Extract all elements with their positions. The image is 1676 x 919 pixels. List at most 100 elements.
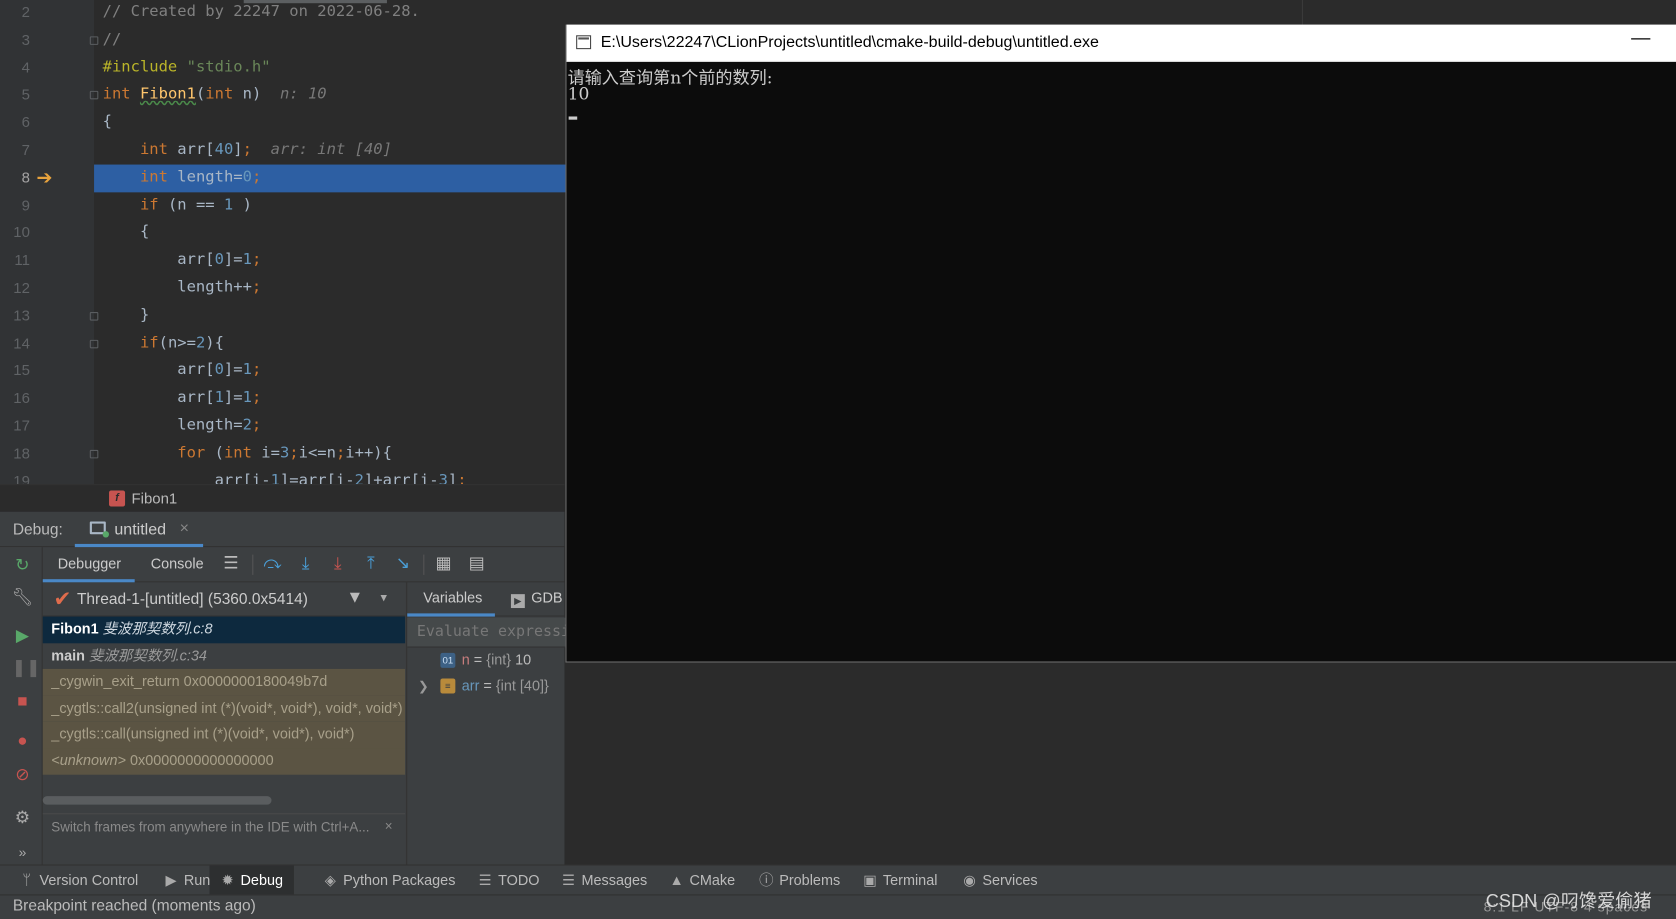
breadcrumb-function[interactable]: Fibon1: [131, 489, 177, 506]
frame-location: 0x0000000000000000: [129, 752, 274, 769]
step-out-icon[interactable]: ⤒: [360, 554, 381, 575]
frame-item[interactable]: main 斐波那契数列.c:34: [43, 643, 405, 669]
line-number[interactable]: 15: [0, 357, 94, 385]
filter-icon[interactable]: ▼: [346, 589, 363, 608]
resume-icon[interactable]: ▶: [12, 626, 33, 647]
step-into-icon[interactable]: ⤓: [295, 554, 316, 575]
wrench-icon[interactable]: 🔧︎: [12, 588, 34, 609]
line-number[interactable]: 13: [0, 302, 99, 330]
line-number[interactable]: 11: [0, 247, 94, 275]
frames-menu-icon[interactable]: ☰: [220, 554, 241, 575]
mute-breakpoints-icon[interactable]: ⊘: [12, 765, 33, 786]
settings-gear-icon[interactable]: ⚙: [12, 808, 33, 829]
stop-icon[interactable]: ■: [12, 691, 33, 712]
tool-version-control[interactable]: ᛘ Version Control: [19, 866, 138, 896]
console-window[interactable]: E:\Users\22247\CLionProjects\untitled\cm…: [565, 24, 1676, 663]
line-number[interactable]: 8 ➔: [0, 164, 94, 192]
code-line[interactable]: // Created by 22247 on 2022-06-28.: [94, 0, 1676, 26]
console-line: 请输入查询第n个前的数列:: [567, 67, 773, 88]
tab-console[interactable]: Console: [151, 556, 204, 572]
frame-item[interactable]: _cygwin_exit_return 0x0000000180049b7d: [42, 669, 406, 696]
line-number-text: 5: [21, 85, 30, 104]
line-number[interactable]: 5: [0, 82, 99, 110]
line-number[interactable]: 16: [0, 385, 94, 413]
session-tab-label: untitled: [114, 520, 167, 539]
line-number-text: 9: [21, 196, 30, 214]
frame-location: 斐波那契数列.c:8: [102, 620, 213, 637]
line-number[interactable]: 10: [0, 219, 94, 247]
evaluate-expression-input[interactable]: Evaluate expression: [407, 617, 566, 648]
close-tab-icon[interactable]: ×: [180, 519, 189, 537]
debugger-toolbar: Debugger Console ☰ ⤼ ⤓ ⤓ ⤒ ↘ ▦ ▤: [42, 547, 565, 583]
breadcrumb[interactable]: f Fibon1: [0, 484, 565, 512]
variable-type: {int [40]}: [495, 677, 549, 694]
line-number-text: 10: [13, 223, 30, 241]
force-step-into-icon[interactable]: ⤓: [327, 554, 348, 575]
horizontal-scrollbar[interactable]: [42, 796, 272, 805]
tool-window-bar: ᛘ Version Control ▶ Run ✹ Debug ◈ Python Packag…: [0, 864, 1676, 896]
line-number[interactable]: 19: [0, 468, 94, 484]
evaluate-expression-icon[interactable]: ▦: [433, 554, 454, 575]
services-icon: ◉: [963, 871, 976, 889]
play-icon: ▶: [165, 871, 177, 889]
tool-label: Terminal: [882, 871, 938, 889]
tool-todo[interactable]: ☰ TODO: [478, 866, 540, 896]
branch-icon: ᛘ: [22, 871, 32, 889]
line-number-text: 13: [13, 306, 30, 324]
pause-icon[interactable]: ❚❚: [12, 658, 41, 679]
line-number[interactable]: 3: [0, 26, 99, 54]
tool-services[interactable]: ◉ Services: [962, 866, 1037, 896]
line-number[interactable]: 12: [0, 275, 94, 303]
view-breakpoints-icon[interactable]: ●: [12, 731, 33, 752]
tool-problems[interactable]: ⓘ Problems: [759, 866, 840, 896]
variable-equals: =: [469, 651, 487, 668]
tab-variables[interactable]: Variables: [423, 590, 482, 606]
console-title-bar[interactable]: E:\Users\22247\CLionProjects\untitled\cm…: [566, 24, 1676, 62]
tab-debugger[interactable]: Debugger: [58, 556, 121, 572]
frame-function: <unknown>: [51, 752, 126, 769]
line-number[interactable]: 2: [0, 0, 94, 26]
step-over-icon[interactable]: ⤼: [262, 554, 283, 575]
int-variable-icon: 01: [440, 652, 456, 668]
thread-label: Thread-1-[untitled] (5360.0x5414): [76, 590, 308, 609]
tool-run[interactable]: ▶ Run: [164, 866, 210, 896]
chevron-down-icon[interactable]: ▾: [381, 590, 387, 605]
line-number[interactable]: 14: [0, 330, 99, 358]
layout-icon[interactable]: ▤: [466, 554, 487, 575]
debug-session-tab[interactable]: untitled ×: [74, 512, 204, 548]
minimize-button[interactable]: —: [1631, 27, 1650, 49]
console-line: 10: [567, 83, 590, 104]
close-hint-icon[interactable]: ×: [385, 819, 393, 834]
tool-terminal[interactable]: ▣ Terminal: [863, 866, 938, 896]
tool-messages[interactable]: ☰ Messages: [561, 866, 647, 896]
line-gutter[interactable]: 2 3 4 5 6 7 8 ➔ 9 10 11 12 13 14 15 16 17 18 19: [0, 0, 99, 485]
more-icon[interactable]: »: [12, 842, 33, 863]
line-number[interactable]: 6: [0, 109, 94, 137]
variable-row-n[interactable]: 01 n = {int} 10: [407, 648, 565, 674]
tool-label: Messages: [581, 871, 648, 889]
line-number[interactable]: 18: [0, 440, 99, 468]
frame-item[interactable]: <unknown> 0x0000000000000000: [42, 748, 406, 775]
debug-header: Debug: untitled ×: [0, 511, 565, 548]
variable-row-arr[interactable]: ❯ ≡ arr = {int [40]}: [407, 673, 565, 699]
layers-icon: ◈: [324, 871, 336, 889]
run-to-cursor-icon[interactable]: ↘: [392, 554, 413, 575]
line-number[interactable]: 9: [0, 192, 94, 220]
line-number[interactable]: 4: [0, 54, 94, 82]
rerun-icon[interactable]: ↻: [12, 556, 33, 577]
thread-selector[interactable]: ✔ Thread-1-[untitled] (5360.0x5414) ▼ ▾: [42, 582, 406, 617]
expand-chevron-icon[interactable]: ❯: [418, 673, 429, 699]
line-number[interactable]: 17: [0, 412, 94, 440]
line-number[interactable]: 7: [0, 137, 94, 165]
status-bar: Breakpoint reached (moments ago) 8:1 LF …: [0, 894, 1676, 919]
frames-panel: ✔ Thread-1-[untitled] (5360.0x5414) ▼ ▾ …: [42, 582, 406, 865]
tool-debug[interactable]: ✹ Debug: [209, 865, 294, 896]
frame-item[interactable]: _cygtls::call(unsigned int (*)(void*, vo…: [42, 721, 406, 749]
frame-item[interactable]: Fibon1 斐波那契数列.c:8: [42, 616, 406, 643]
frame-location: 0x0000000180049b7d: [183, 673, 328, 690]
tab-gdb[interactable]: ▶ GDB: [510, 590, 563, 609]
frame-item[interactable]: _cygtls::call2(unsigned int (*)(void*, v…: [42, 695, 406, 722]
tool-python-packages[interactable]: ◈ Python Packages: [323, 866, 456, 896]
console-output[interactable]: 请输入查询第n个前的数列: 10: [567, 62, 1676, 661]
tool-cmake[interactable]: ▲ CMake: [669, 866, 735, 896]
